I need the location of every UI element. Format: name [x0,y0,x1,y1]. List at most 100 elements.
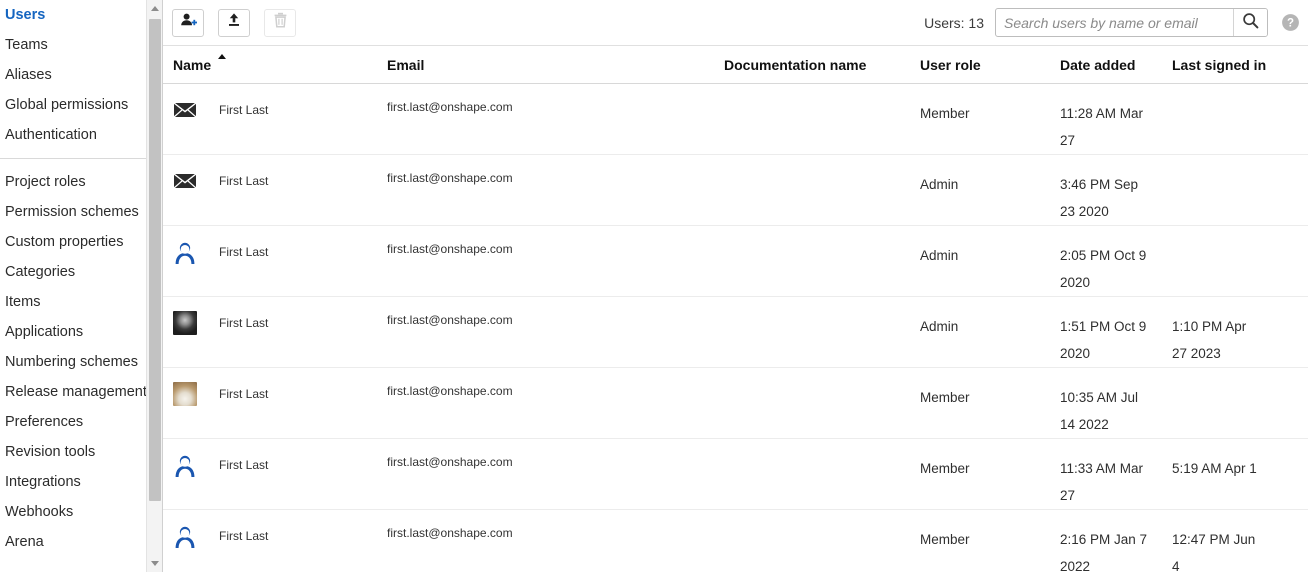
cell-email: first.last@onshape.com [387,171,513,185]
user-name-label: First Last [219,316,269,330]
column-header-label: Email [387,56,425,73]
sidebar-item-users[interactable]: Users [0,0,162,30]
sidebar-item-project-roles[interactable]: Project roles [0,167,162,197]
table-row[interactable]: First Last first.last@onshape.com Member 2:… [163,510,1308,572]
sidebar-item-numbering-schemes[interactable]: Numbering schemes [0,347,162,377]
user-name-label: First Last [219,174,269,188]
scroll-up-arrow-icon[interactable] [147,0,162,17]
cell-date-added: 10:35 AM Jul 14 2022 [1060,390,1139,432]
user-name-label: First Last [219,245,269,259]
sidebar-item-global-permissions[interactable]: Global permissions [0,90,162,120]
cell-user-role: Member [920,532,970,547]
sidebar-item-custom-properties[interactable]: Custom properties [0,227,162,257]
column-header-label: Date added [1060,56,1136,73]
cell-email: first.last@onshape.com [387,242,513,256]
cell-documentation-name [724,226,920,242]
trash-icon [273,12,288,33]
column-header-email[interactable]: Email [387,57,724,73]
column-header-doc[interactable]: Documentation name [724,57,920,73]
sidebar-item-items[interactable]: Items [0,287,162,317]
cell-documentation-name [724,510,920,526]
cell-last-signed-in: 1:10 PM Apr 27 2023 [1172,319,1247,361]
cell-documentation-name [724,297,920,313]
cell-name: First Last [163,439,387,477]
cell-date-added: 11:33 AM Mar 27 [1060,461,1144,503]
cell-documentation-name [724,439,920,455]
search-icon [1242,12,1259,34]
search-button[interactable] [1233,9,1267,36]
table-row[interactable]: First Last first.last@onshape.com Admin 3:4… [163,155,1308,226]
search-users-field[interactable] [995,8,1268,37]
envelope-icon [173,169,197,193]
add-user-icon [180,12,197,34]
cell-last-signed-in [1172,368,1280,384]
column-header-date-added[interactable]: Date added [1060,57,1172,73]
sidebar-nav-list: Users Teams Aliases Global permissions Authe… [0,0,162,557]
cell-email: first.last@onshape.com [387,384,513,398]
users-table-body: First Last first.last@onshape.com Member 11… [163,84,1308,572]
column-header-label: User role [920,56,981,73]
cell-email: first.last@onshape.com [387,455,513,469]
table-row[interactable]: First Last first.last@onshape.com Member 10… [163,368,1308,439]
upload-users-button[interactable] [218,8,250,37]
cell-name: First Last [163,510,387,548]
table-row[interactable]: First Last first.last@onshape.com Admin 1:5… [163,297,1308,368]
column-header-last-signed-in[interactable]: Last signed in [1172,57,1280,73]
help-circle-icon[interactable]: ? [1280,13,1300,33]
sidebar-item-aliases[interactable]: Aliases [0,60,162,90]
svg-text:?: ? [1286,18,1293,30]
user-name-label: First Last [219,103,269,117]
photo-avatar-dark [173,311,197,335]
cell-last-signed-in [1172,226,1280,242]
cell-user-role: Member [920,106,970,121]
cell-date-added: 3:46 PM Sep 23 2020 [1060,177,1139,219]
sidebar-item-integrations[interactable]: Integrations [0,467,162,497]
users-table: Name Email Documentation name User role Date… [163,46,1308,572]
add-user-button[interactable] [172,8,204,37]
column-header-name[interactable]: Name [163,53,387,73]
users-admin-page: Users Teams Aliases Global permissions Authe… [0,0,1308,572]
cell-documentation-name [724,155,920,171]
sidebar-scrollbar-thumb[interactable] [149,19,161,501]
default-avatar-icon [173,240,197,264]
cell-last-signed-in [1172,84,1280,100]
sidebar-item-webhooks[interactable]: Webhooks [0,497,162,527]
sort-ascending-icon [218,53,227,59]
table-row[interactable]: First Last first.last@onshape.com Member 11… [163,439,1308,510]
user-name-label: First Last [219,387,269,401]
table-row[interactable]: First Last first.last@onshape.com Member 11… [163,84,1308,155]
user-name-label: First Last [219,529,269,543]
toolbar-right-cluster: Users: 13 ? [924,8,1300,37]
cell-date-added: 2:05 PM Oct 9 2020 [1060,248,1147,290]
cell-user-role: Admin [920,319,959,334]
sidebar-item-release-management[interactable]: Release management [0,377,162,407]
sidebar-item-preferences[interactable]: Preferences [0,407,162,437]
table-row[interactable]: First Last first.last@onshape.com Admin 2:0… [163,226,1308,297]
sidebar-item-teams[interactable]: Teams [0,30,162,60]
sidebar-scrollbar[interactable] [146,0,162,572]
cell-date-added: 11:28 AM Mar 27 [1060,106,1144,148]
cell-date-added: 1:51 PM Oct 9 2020 [1060,319,1147,361]
users-table-header: Name Email Documentation name User role Date… [163,46,1308,84]
cell-name: First Last [163,155,387,193]
cell-documentation-name [724,368,920,384]
sidebar-divider [0,158,158,159]
sidebar-item-revision-tools[interactable]: Revision tools [0,437,162,467]
column-header-label: Documentation name [724,56,867,73]
sidebar-item-arena[interactable]: Arena [0,527,162,557]
sidebar-item-authentication[interactable]: Authentication [0,120,162,150]
sidebar-item-categories[interactable]: Categories [0,257,162,287]
scroll-down-arrow-icon[interactable] [147,555,162,572]
column-header-role[interactable]: User role [920,57,1060,73]
user-name-label: First Last [219,458,269,472]
cell-email: first.last@onshape.com [387,100,513,114]
cell-date-added: 2:16 PM Jan 7 2022 [1060,532,1148,572]
envelope-icon [173,98,197,122]
cell-user-role: Admin [920,177,959,192]
search-input[interactable] [996,9,1233,36]
sidebar-item-applications[interactable]: Applications [0,317,162,347]
delete-user-button[interactable] [264,8,296,37]
column-header-label: Name [173,56,212,73]
sidebar-item-permission-schemes[interactable]: Permission schemes [0,197,162,227]
default-avatar-icon [173,453,197,477]
